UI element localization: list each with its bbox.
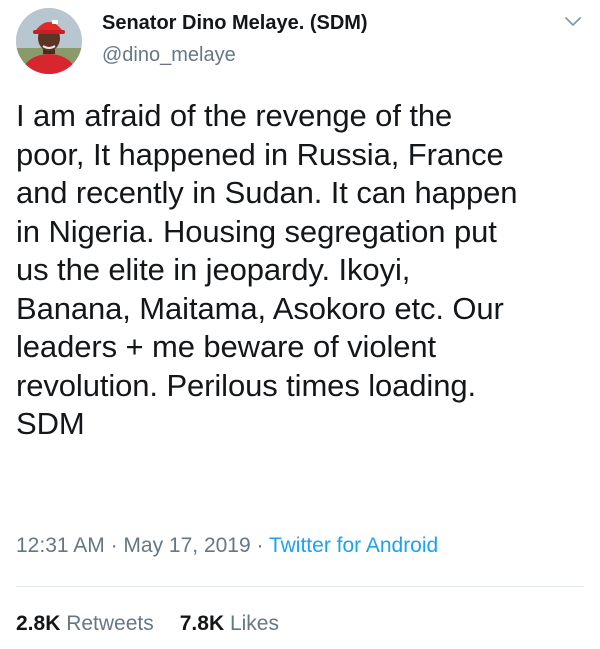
retweets-stat[interactable]: 2.8K Retweets (16, 612, 154, 635)
meta-separator: · (250, 534, 269, 557)
tweet-stats: 2.8K Retweets 7.8K Likes (16, 612, 279, 636)
tweet-text-line: and recently in Sudan. It can happen (16, 175, 518, 210)
likes-count: 7.8K (179, 612, 225, 635)
tweet-text-line: I am afraid of the revenge of the (16, 98, 453, 133)
likes-stat[interactable]: 7.8K Likes (180, 612, 279, 635)
divider (16, 586, 584, 587)
meta-separator: · (104, 534, 124, 557)
author-name[interactable]: Senator Dino Melaye. (SDM) (102, 12, 368, 35)
likes-label: Likes (229, 612, 279, 635)
tweet-text-line: leaders + me beware of violent (16, 329, 437, 364)
tweet-text-line: poor, It happened in Russia, France (16, 136, 504, 172)
tweet-text: I am afraid of the revenge of the poor, … (16, 97, 588, 444)
tweet-text-line: in Nigeria. Housing segregation put (16, 213, 497, 249)
author-handle[interactable]: @dino_melaye (102, 44, 236, 67)
retweets-label: Retweets (66, 612, 154, 635)
tweet-date[interactable]: May 17, 2019 (123, 534, 250, 557)
tweet-card: Senator Dino Melaye. (SDM) @dino_melaye … (0, 0, 600, 649)
tweet-text-line: revolution. Perilous times loading. (16, 367, 477, 403)
tweet-time[interactable]: 12:31 AM (16, 534, 105, 557)
profile-photo-icon[interactable] (16, 8, 82, 74)
tweet-source-link[interactable]: Twitter for Android (269, 534, 438, 557)
tweet-text-line: us the elite in jeopardy. Ikoyi, (16, 252, 411, 287)
retweets-count: 2.8K (16, 612, 61, 635)
avatar-image (16, 8, 82, 74)
tweet-text-line: SDM (16, 406, 85, 441)
tweet-text-line: Banana, Maitama, Asokoro etc. Our (16, 290, 504, 326)
chevron-down-icon[interactable] (563, 14, 583, 30)
tweet-meta: 12:31 AM · May 17, 2019 · Twitter for An… (16, 534, 438, 558)
